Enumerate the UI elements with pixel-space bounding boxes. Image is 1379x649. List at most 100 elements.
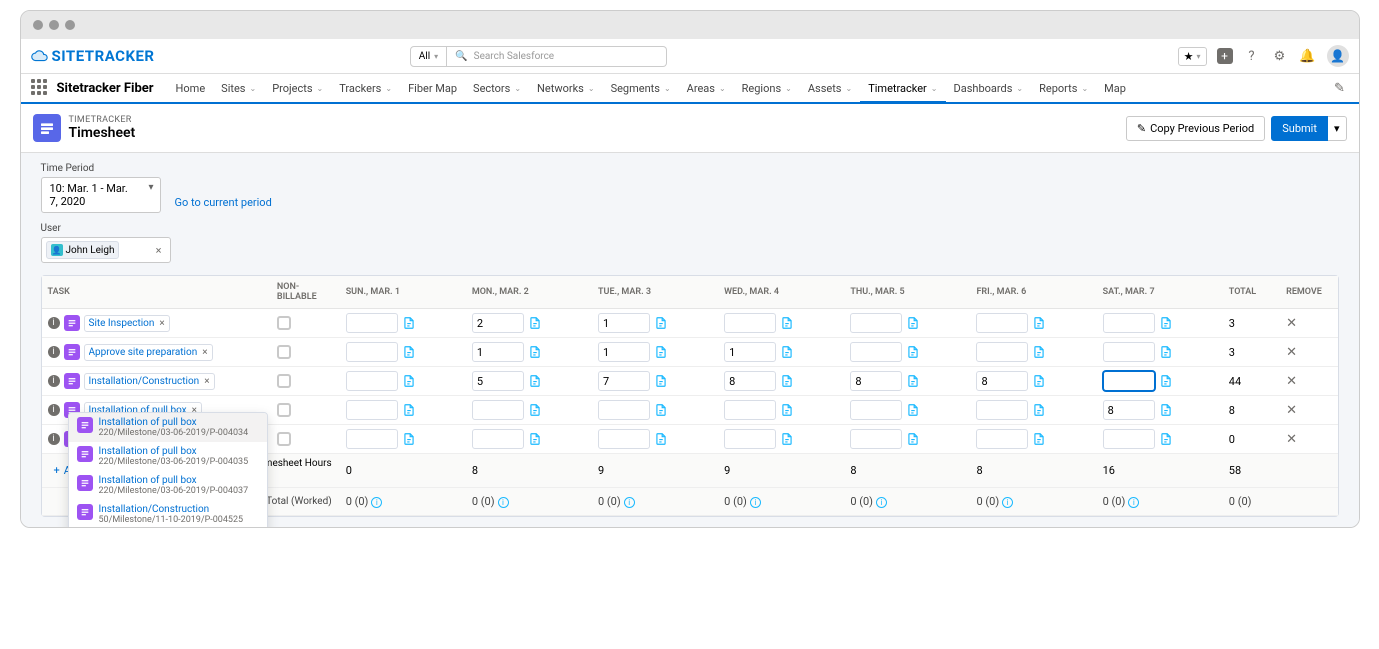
user-avatar[interactable]: 👤 xyxy=(1327,45,1349,67)
nav-item-assets[interactable]: Assets⌄ xyxy=(800,76,860,101)
note-icon[interactable] xyxy=(1159,374,1173,388)
hours-input[interactable] xyxy=(976,400,1028,420)
info-icon[interactable]: i xyxy=(371,497,382,508)
note-icon[interactable] xyxy=(528,403,542,417)
note-icon[interactable] xyxy=(780,374,794,388)
note-icon[interactable] xyxy=(1159,403,1173,417)
nav-item-reports[interactable]: Reports⌄ xyxy=(1031,76,1096,101)
note-icon[interactable] xyxy=(654,403,668,417)
non-billable-checkbox[interactable] xyxy=(277,374,291,388)
traffic-light-minimize[interactable] xyxy=(49,20,59,30)
note-icon[interactable] xyxy=(906,345,920,359)
add-icon[interactable]: + xyxy=(1217,48,1233,64)
remove-task-icon[interactable]: × xyxy=(159,318,164,329)
note-icon[interactable] xyxy=(654,432,668,446)
hours-input[interactable] xyxy=(472,342,524,362)
nav-item-regions[interactable]: Regions⌄ xyxy=(734,76,800,101)
note-icon[interactable] xyxy=(654,374,668,388)
info-icon[interactable]: i xyxy=(750,497,761,508)
hours-input[interactable] xyxy=(724,342,776,362)
nav-item-trackers[interactable]: Trackers⌄ xyxy=(331,76,400,101)
hours-input[interactable] xyxy=(1103,313,1155,333)
hours-input[interactable] xyxy=(724,429,776,449)
hours-input[interactable] xyxy=(850,342,902,362)
hours-input[interactable] xyxy=(976,342,1028,362)
copy-previous-button[interactable]: ✎Copy Previous Period xyxy=(1126,116,1265,141)
hours-input[interactable] xyxy=(346,400,398,420)
row-info-icon[interactable]: i xyxy=(48,317,60,329)
info-icon[interactable]: i xyxy=(498,497,509,508)
hours-input[interactable] xyxy=(472,400,524,420)
note-icon[interactable] xyxy=(654,316,668,330)
submit-button[interactable]: Submit xyxy=(1271,116,1328,141)
remove-row-icon[interactable]: ✕ xyxy=(1286,432,1297,447)
nav-item-areas[interactable]: Areas⌄ xyxy=(679,76,734,101)
notifications-icon[interactable]: 🔔 xyxy=(1299,47,1317,65)
note-icon[interactable] xyxy=(1159,345,1173,359)
hours-input[interactable] xyxy=(976,371,1028,391)
hours-input[interactable] xyxy=(346,342,398,362)
hours-input[interactable] xyxy=(598,400,650,420)
user-input[interactable]: 👤 John Leigh × xyxy=(41,237,171,263)
hours-input[interactable] xyxy=(976,429,1028,449)
traffic-light-zoom[interactable] xyxy=(65,20,75,30)
nav-item-sectors[interactable]: Sectors⌄ xyxy=(465,76,529,101)
help-icon[interactable]: ? xyxy=(1243,47,1261,65)
info-icon[interactable]: i xyxy=(1002,497,1013,508)
hours-input[interactable] xyxy=(850,400,902,420)
remove-row-icon[interactable]: ✕ xyxy=(1286,345,1297,360)
hours-input[interactable] xyxy=(598,342,650,362)
hours-input[interactable] xyxy=(1103,429,1155,449)
info-icon[interactable]: i xyxy=(876,497,887,508)
nav-item-dashboards[interactable]: Dashboards⌄ xyxy=(946,76,1032,101)
note-icon[interactable] xyxy=(654,345,668,359)
hours-input[interactable] xyxy=(472,429,524,449)
favorites-button[interactable]: ★▾ xyxy=(1178,47,1207,66)
settings-icon[interactable]: ⚙ xyxy=(1271,47,1289,65)
row-info-icon[interactable]: i xyxy=(48,346,60,358)
remove-row-icon[interactable]: ✕ xyxy=(1286,374,1297,389)
remove-row-icon[interactable]: ✕ xyxy=(1286,316,1297,331)
note-icon[interactable] xyxy=(906,403,920,417)
note-icon[interactable] xyxy=(1032,432,1046,446)
note-icon[interactable] xyxy=(528,374,542,388)
edit-nav-icon[interactable]: ✎ xyxy=(1331,79,1349,97)
hours-input[interactable] xyxy=(1103,400,1155,420)
nav-item-sites[interactable]: Sites⌄ xyxy=(213,76,264,101)
search-input[interactable]: 🔍 Search Salesforce xyxy=(447,46,667,67)
hours-input[interactable] xyxy=(724,400,776,420)
note-icon[interactable] xyxy=(1032,374,1046,388)
hours-input[interactable] xyxy=(598,371,650,391)
note-icon[interactable] xyxy=(402,345,416,359)
note-icon[interactable] xyxy=(402,374,416,388)
submit-menu-button[interactable]: ▾ xyxy=(1328,116,1347,141)
note-icon[interactable] xyxy=(528,345,542,359)
note-icon[interactable] xyxy=(1159,432,1173,446)
task-pill[interactable]: Installation/Construction× xyxy=(84,373,215,390)
hours-input[interactable] xyxy=(598,313,650,333)
hours-input[interactable] xyxy=(598,429,650,449)
note-icon[interactable] xyxy=(402,316,416,330)
nav-item-timetracker[interactable]: Timetracker⌄ xyxy=(860,76,945,101)
note-icon[interactable] xyxy=(906,432,920,446)
note-icon[interactable] xyxy=(780,345,794,359)
row-info-icon[interactable]: i xyxy=(48,375,60,387)
remove-row-icon[interactable]: ✕ xyxy=(1286,403,1297,418)
goto-current-link[interactable]: Go to current period xyxy=(175,196,272,213)
note-icon[interactable] xyxy=(780,432,794,446)
autocomplete-option[interactable]: Installation of pull box220/Milestone/03… xyxy=(69,413,267,442)
nav-item-projects[interactable]: Projects⌄ xyxy=(264,76,331,101)
nav-item-home[interactable]: Home xyxy=(168,76,214,101)
hours-input[interactable] xyxy=(346,371,398,391)
note-icon[interactable] xyxy=(402,403,416,417)
note-icon[interactable] xyxy=(906,316,920,330)
nav-item-networks[interactable]: Networks⌄ xyxy=(529,76,603,101)
clear-user-icon[interactable]: × xyxy=(152,244,166,257)
autocomplete-option[interactable]: Installation of pull box220/Milestone/03… xyxy=(69,471,267,500)
autocomplete-option[interactable]: Installation of pull box220/Milestone/03… xyxy=(69,442,267,471)
note-icon[interactable] xyxy=(402,432,416,446)
non-billable-checkbox[interactable] xyxy=(277,345,291,359)
note-icon[interactable] xyxy=(780,316,794,330)
nav-item-fiber-map[interactable]: Fiber Map xyxy=(400,76,465,101)
hours-input[interactable] xyxy=(850,429,902,449)
